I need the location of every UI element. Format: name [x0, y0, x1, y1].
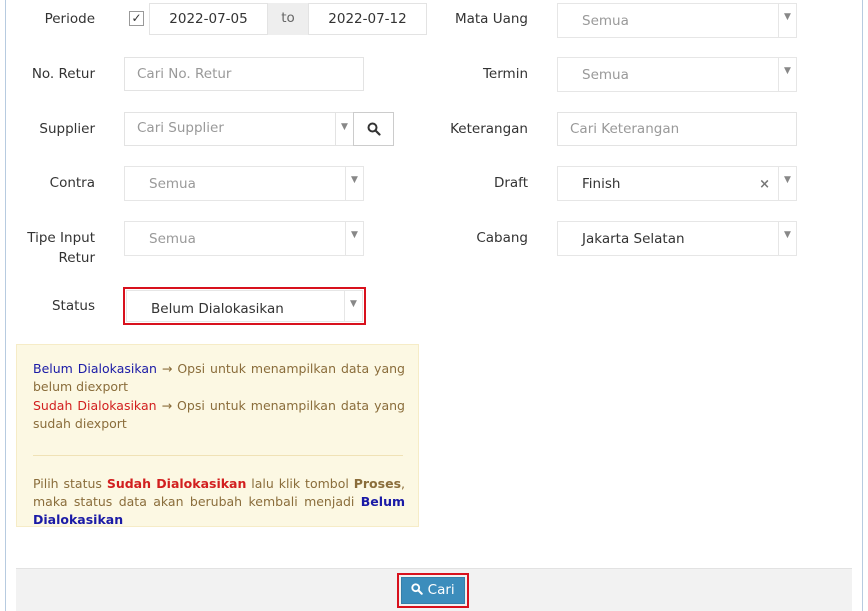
tipe-input-retur-label-line1: Tipe Input: [27, 230, 95, 246]
contra-dropdown-arrow-icon[interactable]: ▼: [345, 167, 363, 200]
note-term-belum: Belum Dialokasikan: [33, 361, 157, 376]
note-line-sudah: Sudah Dialokasikan → Opsi untuk menampil…: [33, 397, 405, 433]
cabang-value: Jakarta Selatan: [582, 231, 685, 247]
search-icon: [411, 583, 424, 595]
note-instruction-part: Pilih status: [33, 476, 107, 491]
status-info-note: Belum Dialokasikan → Opsi untuk menampil…: [16, 344, 419, 527]
periode-to-input[interactable]: 2022-07-12: [308, 3, 427, 35]
mata-uang-label: Mata Uang: [454, 11, 528, 27]
note-term-sudah: Sudah Dialokasikan: [33, 398, 157, 413]
tipe-input-retur-value: Semua: [149, 231, 196, 247]
search-icon: [367, 122, 381, 136]
periode-label: Periode: [44, 11, 95, 27]
periode-to-label: to: [268, 3, 308, 35]
status-value: Belum Dialokasikan: [151, 301, 284, 317]
periode-checkbox[interactable]: ✓: [129, 11, 144, 26]
cabang-label: Cabang: [476, 230, 528, 246]
termin-label: Termin: [482, 66, 528, 82]
status-label: Status: [51, 298, 95, 314]
supplier-input[interactable]: Cari Supplier ▼: [124, 112, 354, 146]
mata-uang-dropdown-arrow-icon[interactable]: ▼: [778, 4, 796, 37]
mata-uang-select[interactable]: Semua ▼: [557, 3, 797, 38]
cari-highlight-box: Cari: [397, 573, 469, 608]
supplier-dropdown-arrow-icon[interactable]: ▼: [335, 113, 353, 145]
termin-select[interactable]: Semua ▼: [557, 57, 797, 92]
no-retur-label: No. Retur: [31, 66, 95, 82]
contra-label: Contra: [49, 175, 95, 191]
note-instruction-sudah: Sudah Dialokasikan: [106, 476, 247, 491]
note-instruction-part: lalu klik tombol: [246, 476, 354, 491]
draft-clear-icon[interactable]: ×: [759, 167, 770, 202]
status-dropdown-arrow-icon[interactable]: ▼: [344, 291, 362, 321]
cari-button-label: Cari: [427, 582, 455, 598]
termin-value: Semua: [582, 67, 629, 83]
note-line-belum: Belum Dialokasikan → Opsi untuk menampil…: [33, 360, 405, 396]
contra-select[interactable]: Semua ▼: [124, 166, 364, 201]
cabang-select[interactable]: Jakarta Selatan ▼: [557, 221, 797, 256]
mata-uang-value: Semua: [582, 13, 629, 29]
cari-button[interactable]: Cari: [401, 577, 465, 604]
keterangan-label: Keterangan: [450, 121, 528, 137]
tipe-input-retur-label: Tipe Input Retur: [20, 228, 95, 268]
tipe-input-retur-select[interactable]: Semua ▼: [124, 221, 364, 256]
status-select[interactable]: Belum Dialokasikan ▼: [126, 290, 363, 322]
draft-value: Finish: [582, 176, 621, 192]
draft-label: Draft: [493, 175, 528, 191]
contra-value: Semua: [149, 176, 196, 192]
note-divider: [33, 455, 403, 456]
supplier-search-button[interactable]: [353, 112, 394, 146]
periode-from-input[interactable]: 2022-07-05: [149, 3, 268, 35]
keterangan-input[interactable]: Cari Keterangan: [557, 112, 797, 146]
draft-dropdown-arrow-icon[interactable]: ▼: [778, 167, 796, 200]
tipe-input-retur-dropdown-arrow-icon[interactable]: ▼: [345, 222, 363, 255]
supplier-label: Supplier: [39, 121, 95, 137]
cabang-dropdown-arrow-icon[interactable]: ▼: [778, 222, 796, 255]
note-instruction: Pilih status Sudah Dialokasikan lalu kli…: [33, 475, 405, 529]
termin-dropdown-arrow-icon[interactable]: ▼: [778, 58, 796, 91]
tipe-input-retur-label-line2: Retur: [58, 250, 95, 266]
draft-select[interactable]: Finish × ▼: [557, 166, 797, 201]
supplier-placeholder: Cari Supplier: [137, 120, 224, 136]
no-retur-input[interactable]: Cari No. Retur: [124, 57, 364, 91]
note-instruction-proses: Proses: [353, 476, 402, 491]
